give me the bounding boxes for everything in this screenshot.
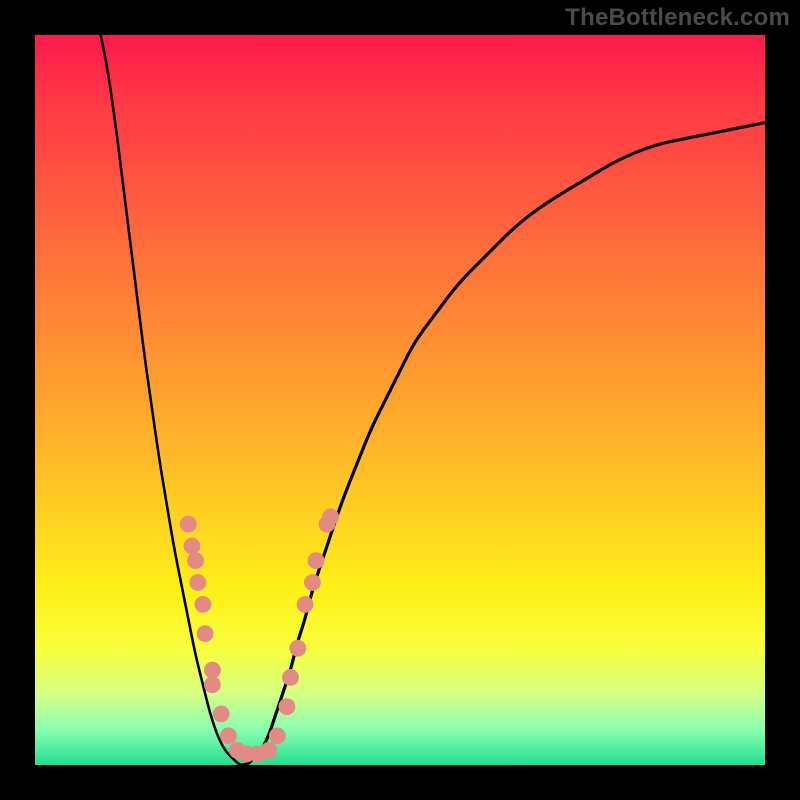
highlight-dot: [278, 698, 295, 715]
highlight-dot: [297, 596, 314, 613]
highlight-dot: [204, 676, 221, 693]
plot-area: [35, 35, 765, 765]
highlight-dot: [308, 552, 325, 569]
highlight-dot: [195, 596, 212, 613]
highlight-dot: [187, 552, 204, 569]
highlight-dot: [204, 662, 221, 679]
highlight-dot: [189, 574, 206, 591]
highlight-dot: [220, 727, 237, 744]
chart-stage: TheBottleneck.com: [0, 0, 800, 800]
curve-layer: [35, 35, 765, 765]
highlight-dot: [304, 574, 321, 591]
highlight-dot: [282, 669, 299, 686]
highlight-dots: [180, 508, 339, 762]
bottleneck-curve-right: [239, 123, 765, 765]
highlight-dot: [322, 508, 339, 525]
highlight-dot: [269, 727, 286, 744]
bottleneck-curve-left: [101, 35, 247, 765]
highlight-dot: [197, 625, 214, 642]
highlight-dot: [289, 640, 306, 657]
highlight-dot: [180, 516, 197, 533]
highlight-dot: [260, 742, 277, 759]
highlight-dot: [213, 706, 230, 723]
highlight-dot: [184, 538, 201, 555]
watermark-text: TheBottleneck.com: [565, 4, 790, 32]
